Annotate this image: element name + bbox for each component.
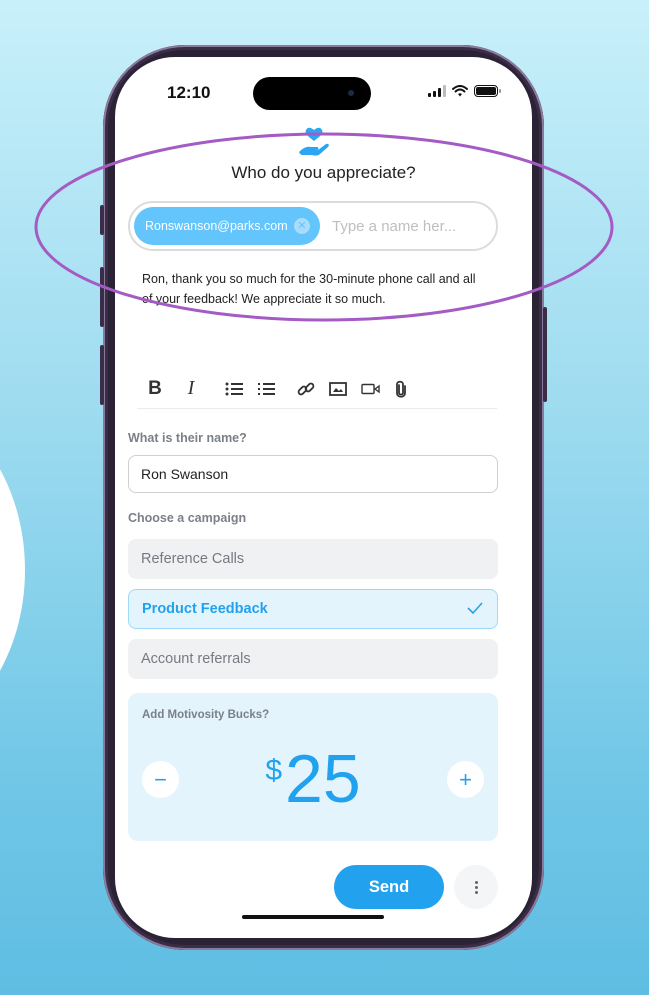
- campaign-label: Choose a campaign: [128, 511, 247, 525]
- phone-frame: 12:10 Who do you appreciate? Ronswanson@…: [100, 45, 547, 950]
- formatting-toolbar: B I: [137, 369, 497, 409]
- recipient-search-input[interactable]: [332, 213, 482, 239]
- name-input[interactable]: [128, 455, 498, 493]
- close-circle-icon[interactable]: ✕: [294, 218, 310, 234]
- phone-side-button: [100, 345, 104, 405]
- campaign-option-product-feedback[interactable]: Product Feedback: [128, 589, 498, 629]
- bucks-amount: $25: [128, 739, 498, 819]
- phone-screen: 12:10 Who do you appreciate? Ronswanson@…: [115, 57, 532, 938]
- recipient-chip-label: Ronswanson@parks.com: [145, 219, 288, 233]
- recipient-field[interactable]: Ronswanson@parks.com ✕: [128, 201, 498, 251]
- send-button[interactable]: Send: [334, 865, 444, 909]
- phone-side-button: [100, 205, 104, 235]
- phone-side-button: [100, 267, 104, 327]
- italic-icon[interactable]: I: [179, 377, 203, 401]
- message-text[interactable]: Ron, thank you so much for the 30-minute…: [142, 269, 487, 309]
- checkmark-icon: [467, 602, 483, 615]
- appreciation-form: Who do you appreciate? Ronswanson@parks.…: [115, 57, 532, 938]
- phone-side-button: [543, 307, 547, 402]
- motivosity-bucks-card: Add Motivosity Bucks? − $25 +: [128, 693, 498, 841]
- increase-amount-button[interactable]: +: [447, 761, 484, 798]
- image-icon[interactable]: [329, 377, 347, 401]
- more-vertical-icon[interactable]: [454, 865, 498, 909]
- campaign-option-label: Account referrals: [141, 651, 251, 667]
- attachment-icon[interactable]: [395, 377, 407, 401]
- page-title: Who do you appreciate?: [231, 163, 416, 182]
- bucks-label: Add Motivosity Bucks?: [142, 709, 270, 721]
- bullet-list-icon[interactable]: [225, 377, 243, 401]
- home-indicator: [242, 915, 384, 919]
- background-blob: [0, 400, 25, 740]
- campaign-option-label: Product Feedback: [142, 601, 268, 617]
- video-icon[interactable]: [361, 377, 381, 401]
- name-field-label: What is their name?: [128, 431, 247, 445]
- recipient-chip[interactable]: Ronswanson@parks.com ✕: [134, 207, 320, 245]
- numbered-list-icon[interactable]: [257, 377, 275, 401]
- campaign-option-account-referrals[interactable]: Account referrals: [128, 639, 498, 679]
- hand-heart-icon: [299, 127, 329, 156]
- amount-value: 25: [285, 741, 361, 817]
- currency-symbol: $: [265, 754, 283, 787]
- bold-icon[interactable]: B: [143, 377, 167, 401]
- campaign-option-reference-calls[interactable]: Reference Calls: [128, 539, 498, 579]
- campaign-option-label: Reference Calls: [141, 551, 245, 567]
- link-icon[interactable]: [297, 377, 315, 401]
